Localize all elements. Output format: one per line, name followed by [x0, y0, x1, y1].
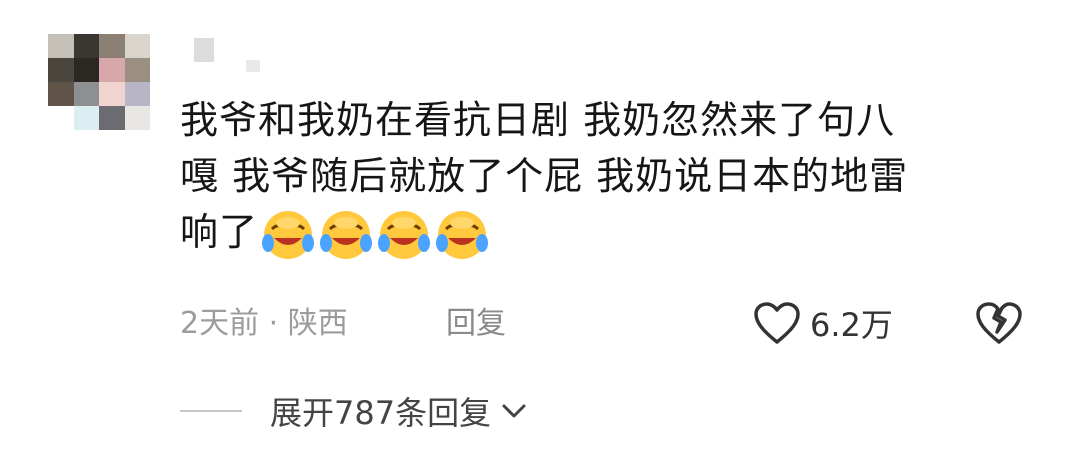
broken-heart-icon: [976, 302, 1022, 344]
username-redacted[interactable]: [194, 38, 274, 72]
chevron-down-icon: [502, 404, 526, 418]
comment-line-3-text: 响了: [180, 210, 259, 254]
avatar[interactable]: [48, 34, 150, 130]
heart-outline-icon: [754, 302, 800, 344]
laughing-crying-emoji-icon: [436, 210, 489, 259]
laughing-crying-emoji-icon: [378, 210, 431, 259]
comment-text: 我爷和我奶在看抗日剧 我奶忽然来了句八 嘎 我爷随后就放了个屁 我奶说日本的地雷…: [180, 92, 1040, 263]
comment-line-3: 响了: [180, 204, 1040, 263]
comment-line-2: 嘎 我爷随后就放了个屁 我奶说日本的地雷: [180, 154, 909, 198]
laughing-crying-emoji-icon: [320, 210, 373, 259]
dislike-button[interactable]: [974, 300, 1024, 350]
reply-button[interactable]: 回复: [446, 302, 506, 346]
emoji-row: [260, 207, 492, 263]
like-button[interactable]: 6.2万: [752, 298, 893, 348]
divider-line: [180, 410, 242, 412]
like-count: 6.2万: [810, 306, 893, 344]
expand-replies[interactable]: 展开787条回复: [180, 386, 527, 436]
laughing-crying-emoji-icon: [262, 210, 315, 259]
expand-replies-label: 展开787条回复: [270, 394, 492, 432]
comment-line-1: 我爷和我奶在看抗日剧 我奶忽然来了句八: [180, 98, 896, 142]
time-location: 2天前 · 陕西: [180, 306, 348, 341]
